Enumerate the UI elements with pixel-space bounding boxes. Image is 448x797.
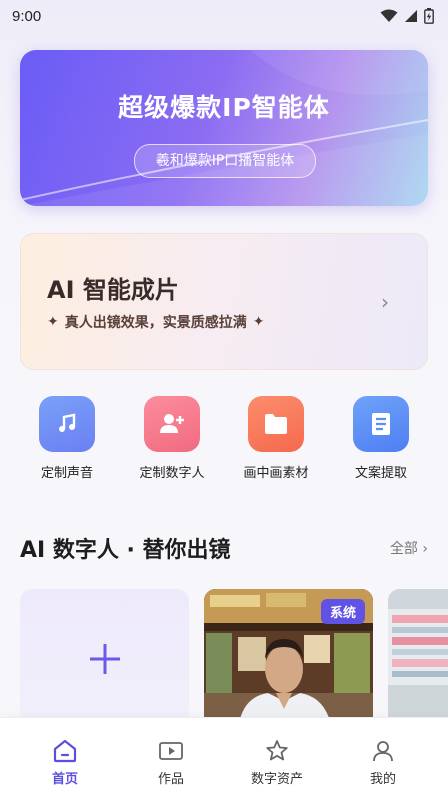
person-icon [333, 738, 433, 764]
hero-title: 超级爆款IP智能体 [118, 93, 330, 122]
ai-card-subtitle: 真人出镜效果，实景质感拉满 [64, 315, 247, 331]
folder-icon [248, 396, 304, 452]
status-icons [380, 8, 434, 24]
music-note-icon [39, 396, 95, 452]
status-time: 9:00 [12, 7, 42, 25]
section-view-all-link[interactable]: 全部 › [390, 538, 428, 558]
bottom-tab-bar: 首页 作品 数字资产 我的 [0, 717, 448, 797]
tab-home[interactable]: 首页 [15, 738, 115, 787]
home-icon [15, 738, 115, 764]
digital-human-video-card[interactable] [388, 589, 448, 717]
plus-icon [89, 644, 120, 674]
tab-me[interactable]: 我的 [333, 738, 433, 787]
digital-human-video-card[interactable]: 系统 [204, 589, 373, 717]
ai-smart-video-card[interactable]: AI 智能成片 ✦ 真人出镜效果，实景质感拉满 ✦ › [20, 233, 428, 370]
ai-card-subtitle-row: ✦ 真人出镜效果，实景质感拉满 ✦ [47, 312, 264, 332]
tools-row: 定制声音 定制数字人 画中画素材 文案提取 [0, 396, 448, 481]
star-icon [227, 738, 327, 764]
add-digital-human-card[interactable] [20, 589, 189, 717]
status-bar: 9:00 [0, 0, 448, 32]
sparkle-icon: ✦ [252, 314, 265, 330]
digital-human-cards: 系统 [0, 589, 448, 717]
store-thumbnail [388, 589, 448, 717]
signal-icon [405, 10, 417, 22]
document-icon [353, 396, 409, 452]
tool-text-extraction[interactable]: 文案提取 [331, 396, 431, 481]
sparkle-icon: ✦ [47, 314, 59, 330]
tab-label: 作品 [157, 772, 184, 787]
chevron-right-icon: › [381, 290, 389, 314]
tool-label: 定制声音 [40, 466, 93, 481]
ai-card-title: AI 智能成片 [47, 276, 179, 304]
hero-wave-decoration [20, 50, 428, 206]
tab-digital-assets[interactable]: 数字资产 [227, 738, 327, 787]
hero-banner[interactable]: 超级爆款IP智能体 羲和爆款IP口播智能体 [20, 50, 428, 206]
tool-label: 定制数字人 [139, 466, 205, 481]
section-title: AI 数字人 · 替你出镜 [20, 538, 231, 563]
add-person-icon [144, 396, 200, 452]
tab-label: 我的 [369, 772, 396, 787]
battery-icon [424, 8, 434, 24]
tool-custom-voice[interactable]: 定制声音 [17, 396, 117, 481]
video-play-icon [121, 738, 221, 764]
hero-pill[interactable]: 羲和爆款IP口播智能体 [134, 144, 316, 178]
tool-pip-material[interactable]: 画中画素材 [226, 396, 326, 481]
tool-custom-digital-human[interactable]: 定制数字人 [122, 396, 222, 481]
tool-label: 文案提取 [354, 466, 407, 481]
tab-works[interactable]: 作品 [121, 738, 221, 787]
system-badge: 系统 [320, 599, 365, 624]
tab-label: 首页 [51, 772, 78, 787]
tab-label: 数字资产 [250, 772, 303, 787]
wifi-icon [380, 9, 398, 22]
tool-label: 画中画素材 [243, 466, 309, 481]
